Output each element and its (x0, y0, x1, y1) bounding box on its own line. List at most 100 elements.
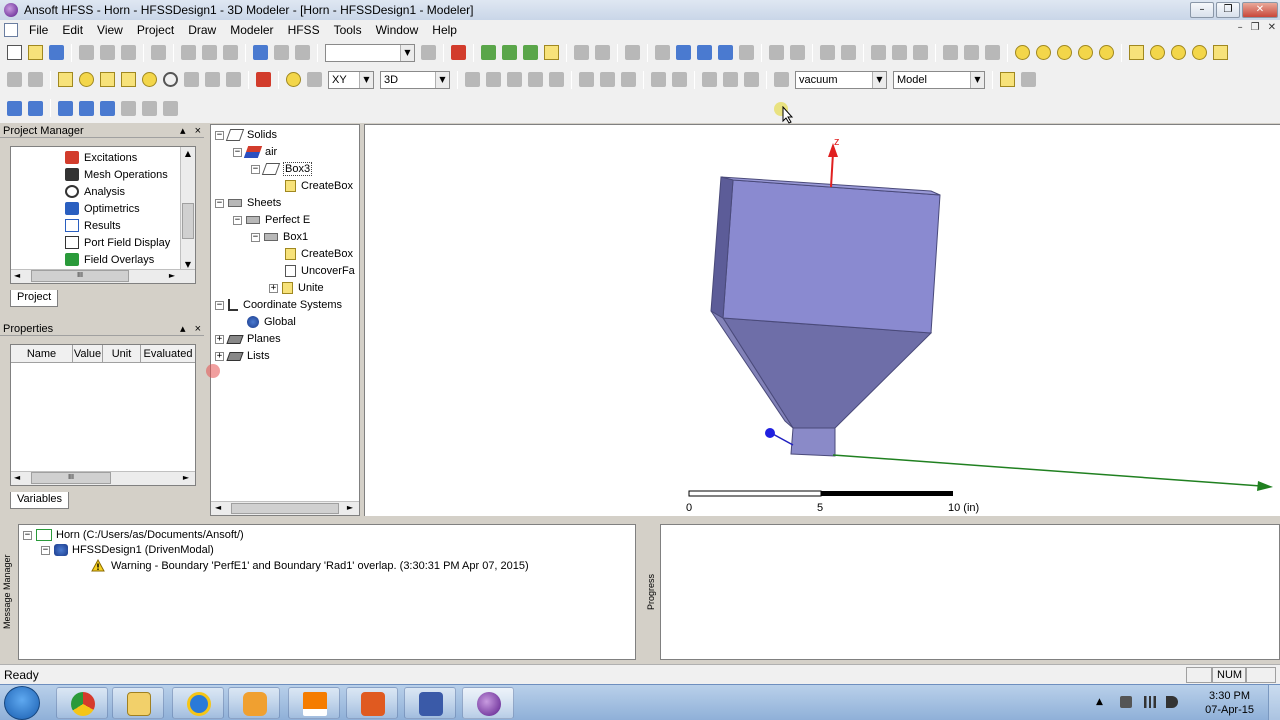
tree-node-planes[interactable]: + Planes (215, 331, 281, 347)
draw-torus-icon[interactable] (163, 72, 178, 87)
scroll-right-icon[interactable]: ► (169, 271, 175, 280)
model-tree-hscroll[interactable]: ◄ ► (211, 501, 359, 515)
draw-rectangle-icon[interactable] (1129, 45, 1144, 60)
copy-icon[interactable] (100, 45, 115, 60)
draw-box-icon[interactable] (58, 72, 73, 87)
taskbar-ie[interactable] (172, 687, 224, 719)
volume-icon[interactable] (1166, 696, 1178, 708)
plane-select[interactable]: XY ▼ (328, 70, 374, 89)
expand-icon[interactable]: + (269, 283, 278, 293)
tree-item-mesh-operations[interactable]: Mesh Operations (11, 166, 195, 183)
unite-icon[interactable] (465, 72, 480, 87)
scroll-thumb[interactable]: III (31, 472, 111, 484)
draw-arc-icon[interactable] (1057, 45, 1072, 60)
ungroup-icon[interactable] (1021, 72, 1036, 87)
draw-bondwire-icon[interactable] (226, 72, 241, 87)
draw-region-icon[interactable] (1213, 45, 1228, 60)
draw-spline-icon[interactable] (1036, 45, 1051, 60)
network-icon[interactable] (1144, 696, 1156, 708)
menu-modeler[interactable]: Modeler (223, 23, 280, 37)
coordinate-system-icon[interactable] (58, 100, 73, 116)
menu-hfss[interactable]: HFSS (281, 23, 327, 37)
document-icon[interactable] (4, 22, 18, 37)
split-icon[interactable] (528, 72, 543, 87)
stop-icon[interactable] (451, 45, 466, 60)
chevron-down-icon[interactable]: ▼ (970, 71, 984, 88)
zoom-in-icon[interactable] (769, 45, 784, 60)
menu-help[interactable]: Help (425, 23, 464, 37)
plane-icon[interactable] (307, 72, 322, 87)
tree-node-air[interactable]: − air (233, 144, 277, 160)
duplicate-along-line-icon[interactable] (702, 72, 717, 87)
mdi-minimize-button[interactable]: – (1238, 22, 1243, 33)
plot-icon[interactable] (595, 45, 610, 60)
column-header-value[interactable]: Value (73, 345, 103, 362)
draw-helix-icon[interactable] (184, 72, 199, 87)
taskbar-hfss[interactable] (462, 687, 514, 719)
cs-rotate-icon[interactable] (163, 100, 178, 116)
tree-node-uncoverfaces[interactable]: UncoverFa (285, 263, 355, 279)
scroll-right-icon[interactable]: ► (183, 473, 189, 482)
column-header-evaluated[interactable]: Evaluated (141, 345, 195, 362)
material-icon[interactable] (774, 72, 789, 87)
scroll-left-icon[interactable]: ◄ (215, 503, 221, 512)
region-icon[interactable] (256, 72, 271, 87)
menu-tools[interactable]: Tools (327, 23, 369, 37)
sweep-icon[interactable] (651, 72, 666, 87)
chevron-down-icon[interactable]: ▼ (872, 71, 886, 88)
collapse-icon[interactable]: − (233, 147, 242, 157)
select-edge-icon[interactable] (295, 45, 310, 60)
cut-icon[interactable] (79, 45, 94, 60)
draw-regular-polyhedron-icon[interactable] (100, 72, 115, 87)
hide-icon[interactable] (892, 45, 907, 60)
group-icon[interactable] (1000, 72, 1015, 87)
tray-expand-icon[interactable]: ▲ (1096, 697, 1103, 707)
fit-selected-icon[interactable] (841, 45, 856, 60)
taskbar-media-player[interactable] (228, 687, 280, 719)
draw-ellipse-icon[interactable] (1192, 45, 1207, 60)
message-design-row[interactable]: − HFSSDesign1 (DrivenModal) (41, 544, 214, 556)
draw-equation-icon[interactable] (1099, 45, 1114, 60)
material-select[interactable]: vacuum ▼ (795, 70, 887, 89)
move-icon[interactable] (579, 72, 594, 87)
validate-icon[interactable] (481, 45, 496, 60)
rotate-axis-icon[interactable] (697, 45, 712, 60)
close-button[interactable]: ✕ (1242, 2, 1278, 18)
column-header-name[interactable]: Name (11, 345, 73, 362)
start-button[interactable] (4, 686, 40, 720)
collapse-icon[interactable]: − (41, 545, 50, 555)
zoom-icon[interactable] (739, 45, 754, 60)
menu-project[interactable]: Project (130, 23, 181, 37)
restore-button[interactable]: ❐ (1216, 2, 1240, 18)
tree-item-optimetrics[interactable]: Optimetrics (11, 200, 195, 217)
tree-item-port-field-display[interactable]: Port Field Display (11, 234, 195, 251)
show-icon[interactable] (913, 45, 928, 60)
mdi-close-button[interactable]: ✕ (1268, 22, 1276, 33)
pan-icon[interactable] (655, 45, 670, 60)
paste-icon[interactable] (121, 45, 136, 60)
tree-node-lists[interactable]: + Lists (215, 348, 270, 364)
show-desktop-button[interactable] (1268, 685, 1280, 720)
scroll-right-icon[interactable]: ► (347, 503, 353, 512)
new-file-icon[interactable] (7, 45, 22, 60)
properties-hscroll[interactable]: ◄ III ► (11, 471, 195, 485)
duplicate-around-axis-icon[interactable] (723, 72, 738, 87)
tree-node-sheets[interactable]: − Sheets (215, 195, 281, 211)
delete-icon[interactable] (181, 45, 196, 60)
select-object-icon[interactable] (253, 45, 268, 60)
draw-polygon-icon[interactable] (1171, 45, 1186, 60)
select-face-icon[interactable] (274, 45, 289, 60)
project-tree-hscroll[interactable]: ◄ III ► (11, 269, 195, 283)
rotate-icon[interactable] (676, 45, 691, 60)
duplicate-mirror-icon[interactable] (744, 72, 759, 87)
tab-variables[interactable]: Variables (10, 492, 70, 509)
orbit-icon[interactable] (718, 45, 733, 60)
menu-edit[interactable]: Edit (55, 23, 90, 37)
taskbar-chrome[interactable] (56, 687, 108, 719)
message-warning-row[interactable]: Warning - Boundary 'PerfE1' and Boundary… (91, 559, 529, 572)
expand-icon[interactable]: + (215, 334, 224, 344)
object-cs-icon[interactable] (121, 100, 136, 116)
view-icon[interactable] (871, 45, 886, 60)
draw-center-arc-icon[interactable] (1078, 45, 1093, 60)
draw-sphere-icon[interactable] (142, 72, 157, 87)
